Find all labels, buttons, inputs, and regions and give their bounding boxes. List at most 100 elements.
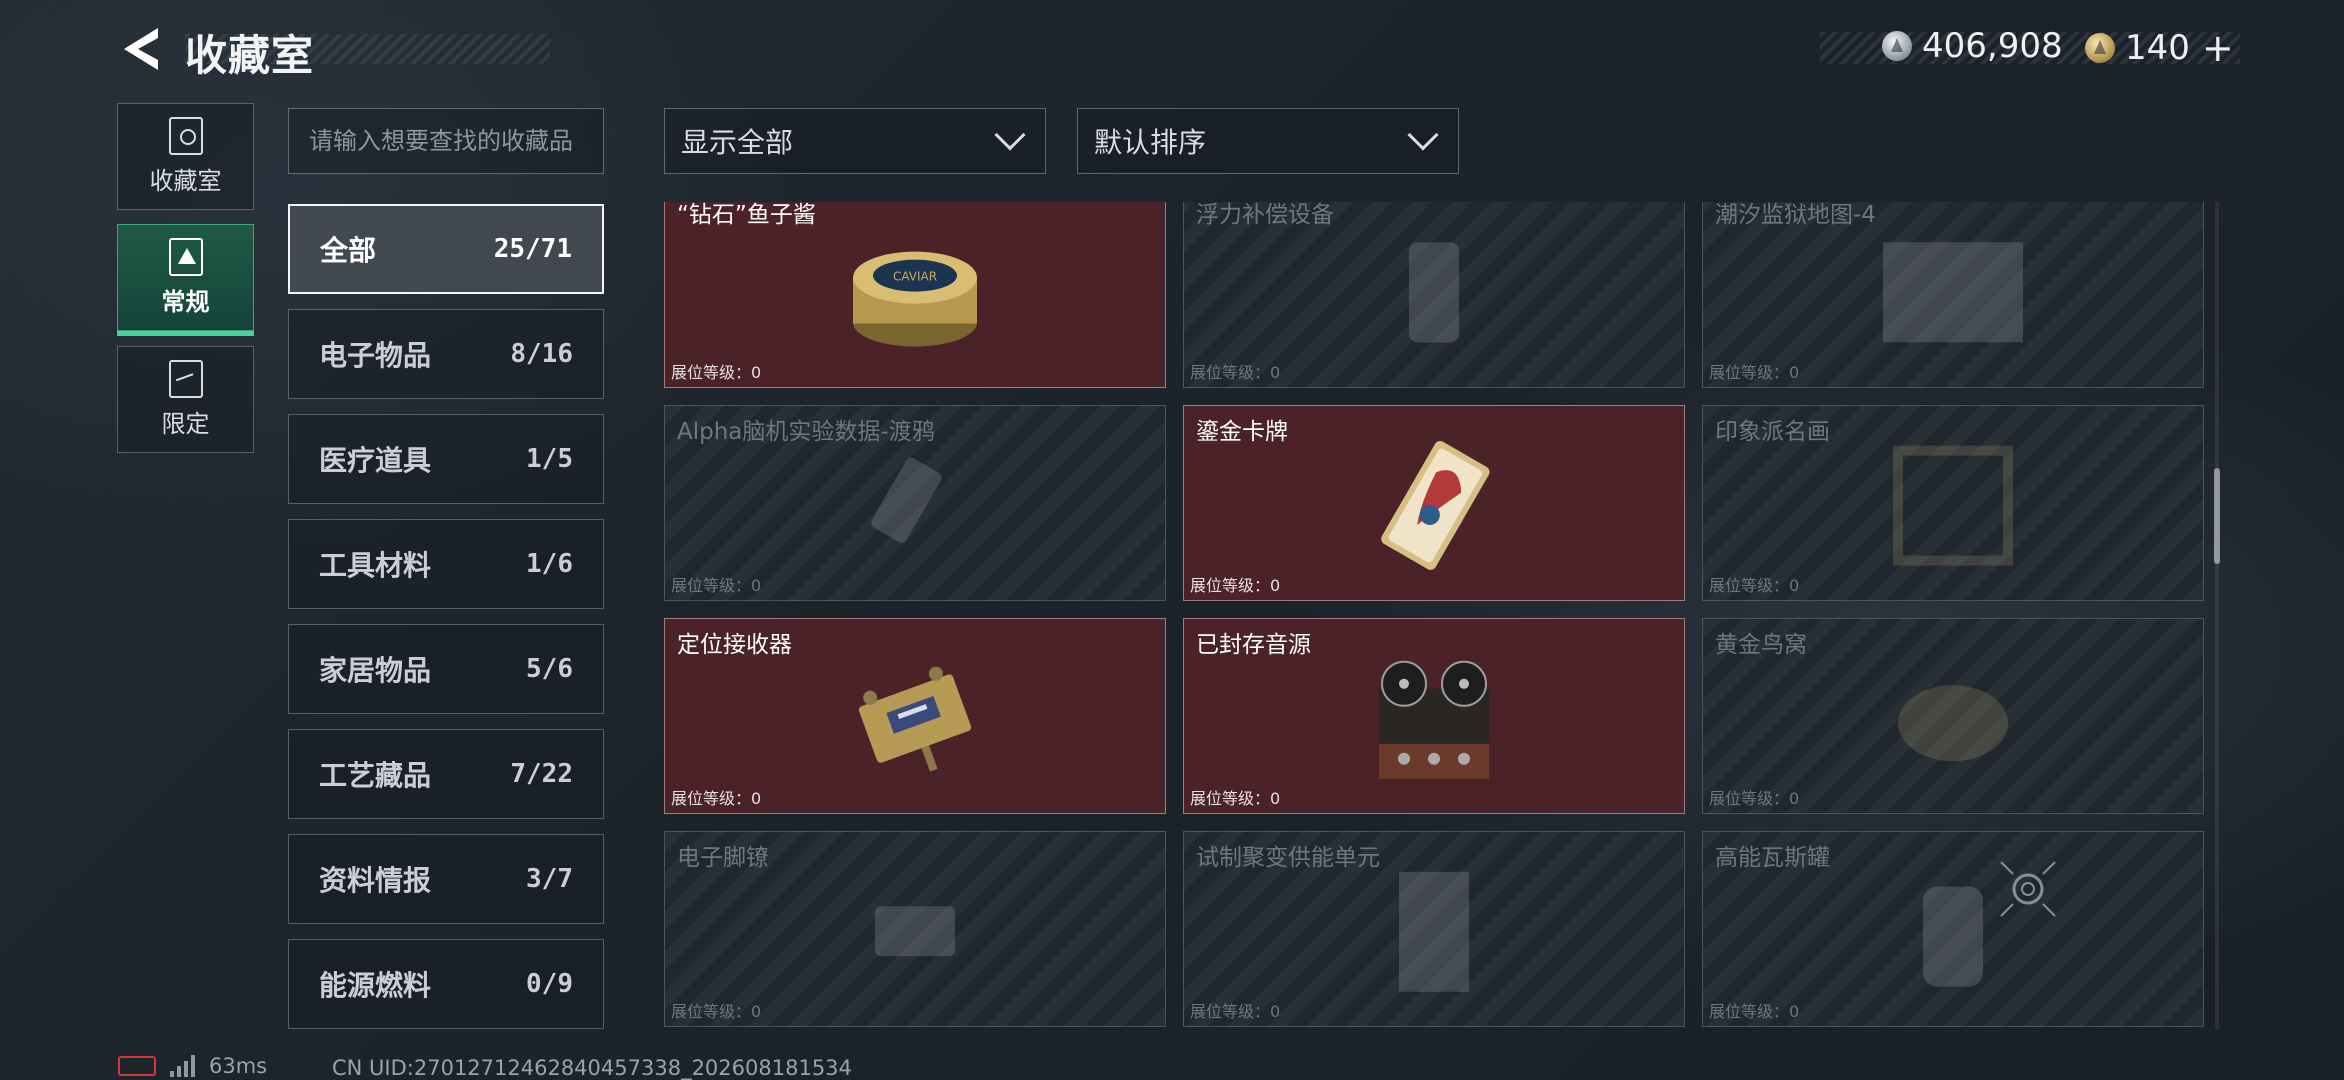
collection-card-buoyancy[interactable]: 浮力补偿设备 展位等级：0 [1183, 202, 1685, 388]
page-title: 收藏室 [185, 31, 315, 80]
collection-card-gilded-card[interactable]: 鎏金卡牌 展位等级：0 [1183, 405, 1685, 601]
card-level: 展位等级：0 [671, 1002, 762, 1021]
currency-primary: 406,908 [1882, 26, 2063, 66]
map-icon [1883, 242, 2023, 343]
card-level: 展位等级：0 [1709, 576, 1800, 595]
card-level: 展位等级：0 [1709, 363, 1800, 382]
gilded-card-icon [1381, 441, 1490, 570]
category-name: 电子物品 [319, 339, 432, 372]
gold-coin-icon [2085, 33, 2115, 63]
nav-regular[interactable]: 常规 [117, 224, 254, 336]
regular-icon [168, 238, 203, 276]
currency-secondary[interactable]: 140 + [2085, 26, 2234, 70]
card-level: 展位等级：0 [1190, 363, 1281, 382]
card-name: 印象派名画 [1715, 419, 1830, 445]
add-currency-button[interactable]: + [2202, 26, 2234, 70]
currency-secondary-value: 140 [2125, 28, 2190, 68]
filter-dropdown-value: 显示全部 [681, 126, 794, 159]
chevron-down-icon [1407, 119, 1439, 151]
fusion-unit-icon [1399, 871, 1469, 992]
currency-primary-value: 406,908 [1922, 26, 2063, 66]
category-name: 医疗道具 [319, 444, 432, 477]
caviar-tin-icon: CAVIAR [853, 251, 977, 347]
category-name: 工艺藏品 [319, 759, 432, 792]
card-name: “钻石”鱼子酱 [677, 202, 816, 228]
silver-coin-icon [1882, 31, 1912, 61]
category-household[interactable]: 家居物品 5/6 [288, 624, 604, 714]
sort-dropdown-value: 默认排序 [1094, 126, 1207, 159]
card-level: 展位等级：0 [671, 363, 762, 382]
category-name: 家居物品 [319, 654, 432, 687]
category-count: 0/9 [526, 969, 573, 999]
ping-value: 63ms [209, 1054, 268, 1078]
card-name: 定位接收器 [677, 632, 792, 658]
buoyancy-device-icon [1409, 242, 1459, 343]
category-intel[interactable]: 资料情报 3/7 [288, 834, 604, 924]
vault-icon [168, 117, 203, 155]
category-count: 5/6 [526, 654, 573, 684]
collection-card-gps-receiver[interactable]: 定位接收器 展位等级：0 [664, 618, 1166, 814]
category-electronics[interactable]: 电子物品 8/16 [288, 309, 604, 399]
card-name: 试制聚变供能单元 [1196, 845, 1380, 871]
collection-card-sealed-audio[interactable]: 已封存音源 展位等级：0 [1183, 618, 1685, 814]
search-input[interactable] [288, 108, 604, 174]
collection-card-map[interactable]: 潮汐监狱地图-4 展位等级：0 [1702, 202, 2204, 388]
category-count: 1/6 [526, 549, 573, 579]
category-name: 全部 [320, 234, 377, 267]
user-uid: CN UID:27012712462840457338_202608181534 [332, 1056, 852, 1080]
card-name: 高能瓦斯罐 [1715, 845, 1830, 871]
chevron-down-icon [994, 119, 1026, 151]
category-medical[interactable]: 医疗道具 1/5 [288, 414, 604, 504]
back-button[interactable] [115, 26, 165, 72]
category-count: 7/22 [510, 759, 573, 789]
signal-icon [170, 1055, 195, 1077]
ankle-monitor-icon [875, 906, 955, 957]
data-drive-icon [871, 457, 942, 543]
back-arrow-icon [124, 28, 158, 70]
nav-regular-label: 常规 [161, 288, 210, 316]
category-count: 25/71 [493, 234, 572, 264]
svg-text:CAVIAR: CAVIAR [893, 270, 937, 284]
golden-nest-icon [1898, 685, 2008, 762]
category-count: 8/16 [510, 339, 573, 369]
collection-card-painting[interactable]: 印象派名画 展位等级：0 [1702, 405, 2204, 601]
limited-icon [168, 360, 203, 398]
collection-card-golden-nest[interactable]: 黄金鸟窝 展位等级：0 [1702, 618, 2204, 814]
category-crafts[interactable]: 工艺藏品 7/22 [288, 729, 604, 819]
card-name: 已封存音源 [1196, 632, 1311, 658]
gas-canister-icon [1923, 886, 1983, 987]
target-reticle-icon [2000, 861, 2056, 917]
nav-limited-label: 限定 [161, 410, 210, 438]
card-level: 展位等级：0 [671, 576, 762, 595]
category-name: 能源燃料 [319, 969, 432, 1002]
category-count: 3/7 [526, 864, 573, 894]
card-level: 展位等级：0 [671, 789, 762, 808]
card-level: 展位等级：0 [1709, 789, 1800, 808]
grid-scrollbar-thumb[interactable] [2214, 468, 2220, 564]
card-level: 展位等级：0 [1190, 789, 1281, 808]
nav-vault-label: 收藏室 [149, 167, 222, 195]
collection-card-ankle-monitor[interactable]: 电子脚镣 展位等级：0 [664, 831, 1166, 1027]
painting-icon [1893, 445, 2013, 566]
category-all[interactable]: 全部 25/71 [288, 204, 604, 294]
category-name: 资料情报 [319, 864, 432, 897]
card-name: Alpha脑机实验数据-渡鸦 [677, 419, 935, 445]
collection-card-gas-canister[interactable]: 高能瓦斯罐 展位等级：0 [1702, 831, 2204, 1027]
collection-card-caviar[interactable]: “钻石”鱼子酱 CAVIAR 展位等级：0 [664, 202, 1166, 388]
nav-vault[interactable]: 收藏室 [117, 103, 254, 210]
card-level: 展位等级：0 [1190, 576, 1281, 595]
collection-grid[interactable]: “钻石”鱼子酱 CAVIAR 展位等级：0 浮力补偿设备 展位等级：0 潮汐监狱… [664, 202, 2204, 1030]
status-footer: 63ms [118, 1054, 267, 1078]
category-energy[interactable]: 能源燃料 0/9 [288, 939, 604, 1029]
grid-scrollbar[interactable] [2215, 202, 2219, 1030]
nav-limited[interactable]: 限定 [117, 346, 254, 453]
sort-dropdown[interactable]: 默认排序 [1077, 108, 1459, 174]
battery-icon [118, 1056, 156, 1076]
collection-card-fusion-unit[interactable]: 试制聚变供能单元 展位等级：0 [1183, 831, 1685, 1027]
collection-card-alpha-data[interactable]: Alpha脑机实验数据-渡鸦 展位等级：0 [664, 405, 1166, 601]
card-name: 浮力补偿设备 [1196, 202, 1334, 228]
filter-dropdown[interactable]: 显示全部 [664, 108, 1046, 174]
gps-receiver-icon [858, 666, 972, 772]
category-tools[interactable]: 工具材料 1/6 [288, 519, 604, 609]
category-name: 工具材料 [319, 549, 432, 582]
